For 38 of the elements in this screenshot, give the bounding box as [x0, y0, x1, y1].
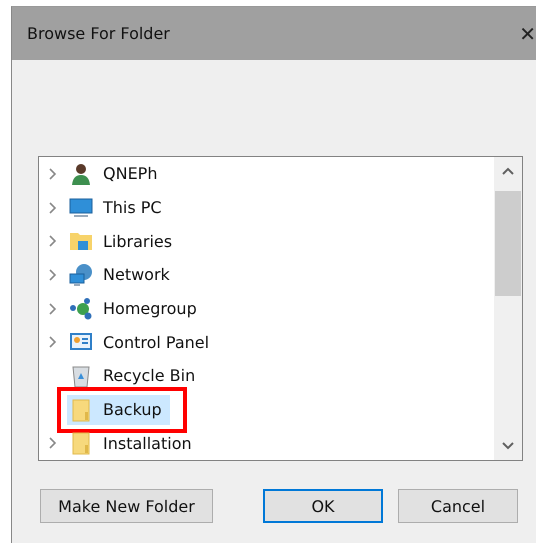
close-button[interactable]: ✕: [519, 22, 536, 46]
chevron-icon[interactable]: [48, 302, 58, 316]
person-icon: [69, 162, 93, 186]
item-label: QNEPh: [103, 164, 158, 184]
item-label: Installation: [103, 434, 192, 453]
tree-item[interactable]: Recycle Bin: [67, 360, 204, 391]
network-icon: [69, 262, 93, 287]
chevron-icon[interactable]: [48, 436, 58, 450]
item-label: Network: [103, 265, 170, 284]
item-label: Recycle Bin: [103, 366, 196, 386]
tree-item[interactable]: Installation: [67, 428, 200, 458]
dialog-button[interactable]: Cancel: [398, 489, 518, 523]
window-title: Browse For Folder: [27, 24, 170, 43]
tree-item[interactable]: Backup: [67, 394, 170, 425]
homegroup-icon: [69, 296, 93, 321]
item-label: Backup: [103, 400, 162, 420]
tree-item[interactable]: QNEPh: [67, 158, 166, 189]
scroll-up-icon[interactable]: [502, 167, 514, 175]
scrollbar[interactable]: [494, 157, 522, 460]
chevron-icon[interactable]: [48, 166, 58, 181]
tree-item[interactable]: Control Panel: [67, 327, 218, 358]
tree-item[interactable]: Libraries: [67, 226, 180, 256]
tree-item[interactable]: Network: [67, 260, 178, 290]
dialog-button[interactable]: Make New Folder: [40, 489, 213, 523]
scroll-thumb[interactable]: [495, 191, 521, 296]
chevron-icon[interactable]: [48, 268, 58, 282]
chevron-icon[interactable]: [48, 200, 58, 214]
item-label: Homegroup: [103, 299, 197, 318]
tree-item[interactable]: Homegroup: [67, 294, 205, 324]
item-label: This PC: [103, 198, 162, 217]
tree-item[interactable]: This PC: [67, 192, 170, 222]
monitor-icon: [69, 196, 93, 220]
chevron-icon[interactable]: [48, 234, 58, 248]
dialog-button[interactable]: OK: [263, 489, 383, 523]
chevron-icon[interactable]: [48, 335, 58, 350]
item-label: Control Panel: [103, 332, 210, 352]
item-label: Libraries: [103, 232, 172, 251]
scroll-down-icon[interactable]: [502, 442, 514, 450]
